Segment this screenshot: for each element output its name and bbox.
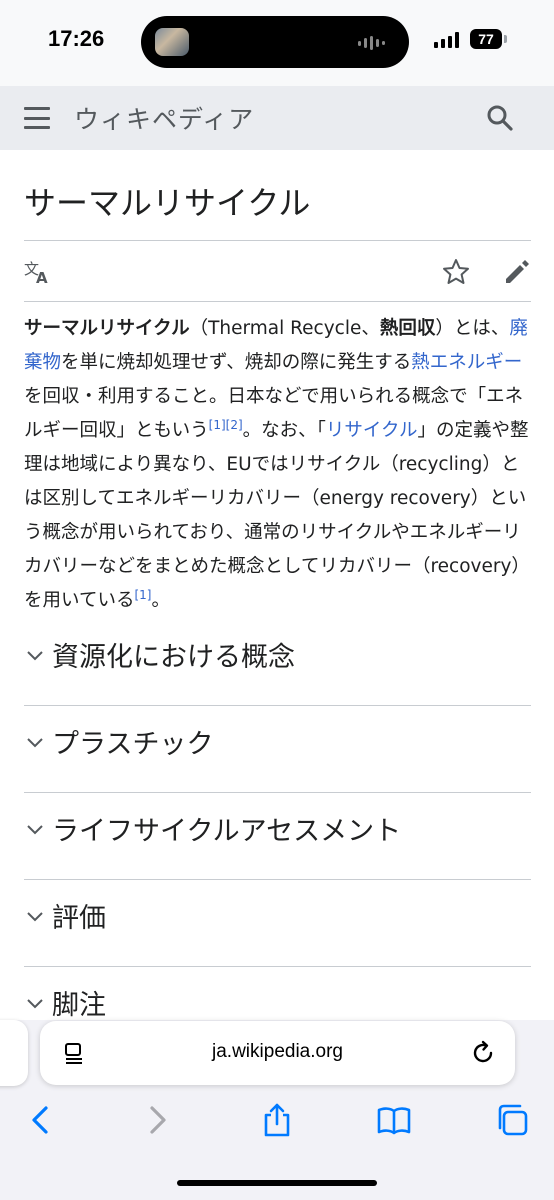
section-lca[interactable]: ライフサイクルアセスメント: [24, 793, 531, 880]
watch-star-icon[interactable]: [442, 258, 470, 286]
reference-1b[interactable]: [1]: [134, 588, 151, 602]
tabs-icon[interactable]: [494, 1102, 530, 1138]
chevron-down-icon: [27, 912, 43, 922]
battery-icon: 77: [470, 29, 502, 49]
bookmarks-book-icon[interactable]: [376, 1102, 412, 1138]
chevron-down-icon: [27, 738, 43, 748]
menu-icon[interactable]: [24, 107, 50, 129]
actions-divider: [24, 301, 531, 302]
lead-text: 。なお、「: [242, 420, 326, 441]
link-recycle[interactable]: リサイクル: [326, 420, 418, 441]
back-icon[interactable]: [22, 1102, 58, 1138]
lead-text: （Thermal Recycle、: [189, 318, 380, 339]
battery-tip: [504, 35, 507, 43]
bold-term-alt: 熱回収: [379, 318, 436, 339]
reference-1[interactable]: [1]: [209, 418, 226, 432]
lead-text: を単に焼却処理せず、焼却の際に発生する: [61, 352, 412, 373]
language-icon[interactable]: 文 A: [24, 258, 52, 286]
share-icon[interactable]: [259, 1102, 295, 1138]
previous-tab-preview[interactable]: [0, 1020, 28, 1086]
chevron-down-icon: [27, 651, 43, 661]
now-playing-thumbnail: [155, 28, 189, 56]
title-divider: [24, 240, 531, 241]
section-heading: 評価: [52, 903, 106, 934]
lead-text: ）とは、: [435, 318, 510, 339]
dynamic-island[interactable]: [141, 16, 409, 68]
audio-waveform-icon: [358, 36, 385, 50]
url-text[interactable]: ja.wikipedia.org: [40, 1041, 515, 1063]
section-heading: プラスチック: [52, 729, 214, 760]
section-heading: 脚注: [52, 990, 106, 1021]
forward-icon[interactable]: [140, 1102, 176, 1138]
lead-paragraph: サーマルリサイクル（Thermal Recycle、熱回収）とは、廃棄物を単に焼…: [24, 312, 534, 618]
section-evaluation[interactable]: 評価: [24, 880, 531, 967]
address-bar[interactable]: ja.wikipedia.org: [40, 1021, 515, 1085]
reload-icon[interactable]: [470, 1040, 496, 1066]
lead-text: 」の定義や整理は地域により異なり、EUではリサイクル（recycling）とは区…: [24, 420, 530, 611]
search-icon[interactable]: [486, 104, 514, 132]
svg-text:A: A: [36, 269, 48, 286]
lead-text: 。: [151, 590, 170, 611]
site-logo[interactable]: ウィキペディア: [74, 100, 254, 136]
signal-icon: [434, 32, 459, 48]
home-indicator: [177, 1180, 377, 1186]
section-concept[interactable]: 資源化における概念: [24, 619, 531, 706]
bold-term: サーマルリサイクル: [24, 318, 190, 339]
edit-pencil-icon[interactable]: [503, 258, 531, 286]
section-heading: 資源化における概念: [52, 642, 295, 673]
site-header: ウィキペディア: [0, 86, 554, 150]
link-heat-energy[interactable]: 熱エネルギー: [411, 352, 522, 373]
page-title: サーマルリサイクル: [24, 184, 311, 222]
section-plastic[interactable]: プラスチック: [24, 706, 531, 793]
status-bar: 17:26 77: [0, 0, 554, 86]
section-heading: ライフサイクルアセスメント: [52, 816, 402, 847]
chevron-down-icon: [27, 999, 43, 1009]
status-time: 17:26: [48, 26, 105, 51]
reference-2[interactable]: [2]: [226, 418, 243, 432]
chevron-down-icon: [27, 825, 43, 835]
